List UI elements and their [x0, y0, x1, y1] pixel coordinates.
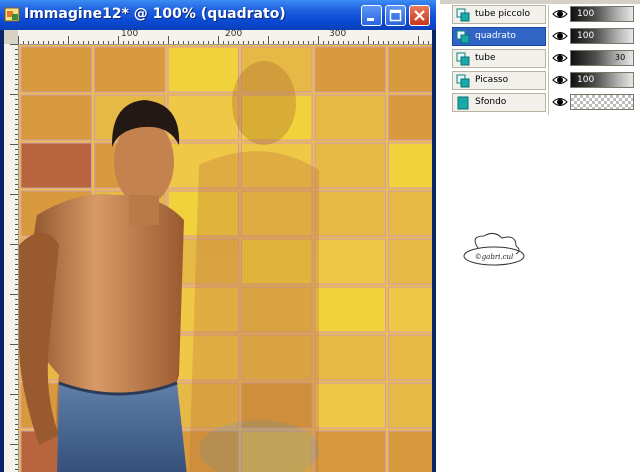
watermark-logo: ©gabri.cul	[463, 232, 525, 266]
image-workspace: 100 200 300	[4, 29, 432, 472]
canvas-artwork	[19, 45, 432, 472]
layers-palette: tube piccolo quadrato tube Picasso Sfond…	[440, 0, 640, 472]
ruler-corner	[4, 30, 18, 44]
opacity-value: 100	[577, 9, 595, 19]
layer-row-sfondo[interactable]: Sfondo	[452, 93, 546, 112]
grid-tile	[314, 190, 386, 237]
opacity-slider[interactable]: 100	[570, 6, 634, 22]
eye-icon[interactable]	[552, 73, 568, 87]
eye-icon[interactable]	[552, 95, 568, 109]
grid-tile	[20, 142, 92, 189]
layer-icon	[456, 52, 470, 66]
layer-name: tube	[475, 53, 496, 63]
grid-tile	[94, 46, 166, 93]
grid-tile	[388, 334, 432, 381]
title-bar[interactable]: Immagine12* @ 100% (quadrato)	[0, 0, 436, 30]
layer-controls-sfondo	[552, 93, 636, 112]
eye-icon[interactable]	[552, 7, 568, 21]
close-button[interactable]	[409, 5, 430, 26]
grid-tile	[314, 286, 386, 333]
window-title: Immagine12* @ 100% (quadrato)	[24, 6, 286, 22]
grid-tile	[314, 238, 386, 285]
grid-tile	[388, 238, 432, 285]
maximize-button[interactable]	[385, 5, 406, 26]
palette-edge	[440, 0, 640, 4]
grid-tile	[388, 142, 432, 189]
grid-tile	[314, 94, 386, 141]
image-canvas[interactable]	[19, 45, 432, 472]
opacity-slider[interactable]: 100	[570, 28, 634, 44]
vertical-ruler-ticks	[10, 44, 18, 470]
layer-name: quadrato	[475, 31, 516, 41]
document-window: Immagine12* @ 100% (quadrato) 100 200 30…	[0, 0, 436, 472]
minimize-icon	[367, 18, 374, 21]
grid-tile	[314, 382, 386, 429]
minimize-button[interactable]	[361, 5, 382, 26]
opacity-slider[interactable]	[570, 94, 634, 110]
app-icon	[4, 7, 20, 22]
grid-tile	[388, 94, 432, 141]
layer-icon	[456, 74, 470, 88]
ruler-label-100: 100	[121, 29, 139, 39]
grid-tile	[388, 286, 432, 333]
grid-tile	[314, 142, 386, 189]
layer-name: Picasso	[475, 75, 509, 85]
opacity-slider[interactable]: 30	[570, 50, 634, 66]
eye-icon[interactable]	[552, 29, 568, 43]
grid-tile	[314, 46, 386, 93]
opacity-slider[interactable]: 100	[570, 72, 634, 88]
layer-row-quadrato[interactable]: quadrato	[452, 27, 546, 46]
layer-controls-tube-piccolo: 100	[552, 5, 636, 24]
vertical-ruler	[4, 44, 19, 472]
layer-controls-quadrato: 100	[552, 27, 636, 46]
grid-tile	[314, 430, 386, 472]
grid-tile	[388, 46, 432, 93]
horizontal-ruler: 100 200 300	[18, 29, 432, 45]
layer-controls-tube: 30	[552, 49, 636, 68]
column-divider	[548, 5, 549, 115]
layer-icon	[456, 30, 470, 44]
layer-name: Sfondo	[475, 97, 507, 107]
ruler-label-300: 300	[329, 29, 347, 39]
layer-row-tube[interactable]: tube	[452, 49, 546, 68]
background-layer-icon	[457, 96, 469, 110]
grid-tile	[314, 334, 386, 381]
layer-icon	[456, 8, 470, 22]
opacity-extra-value: 30	[615, 53, 626, 62]
opacity-value: 100	[577, 31, 595, 41]
opacity-value: 100	[577, 75, 595, 85]
grid-tile	[167, 46, 239, 93]
svg-text:©gabri.cul: ©gabri.cul	[475, 253, 514, 261]
eye-icon[interactable]	[552, 51, 568, 65]
maximize-icon	[389, 9, 402, 22]
grid-tile	[20, 94, 92, 141]
close-icon	[414, 10, 425, 21]
layer-controls-picasso: 100	[552, 71, 636, 90]
ruler-label-200: 200	[225, 29, 243, 39]
layer-row-picasso[interactable]: Picasso	[452, 71, 546, 90]
layer-row-tube-piccolo[interactable]: tube piccolo	[452, 5, 546, 24]
grid-tile	[20, 46, 92, 93]
grid-tile	[388, 430, 432, 472]
grid-tile	[388, 382, 432, 429]
layer-name: tube piccolo	[475, 9, 530, 19]
grid-tile	[388, 190, 432, 237]
